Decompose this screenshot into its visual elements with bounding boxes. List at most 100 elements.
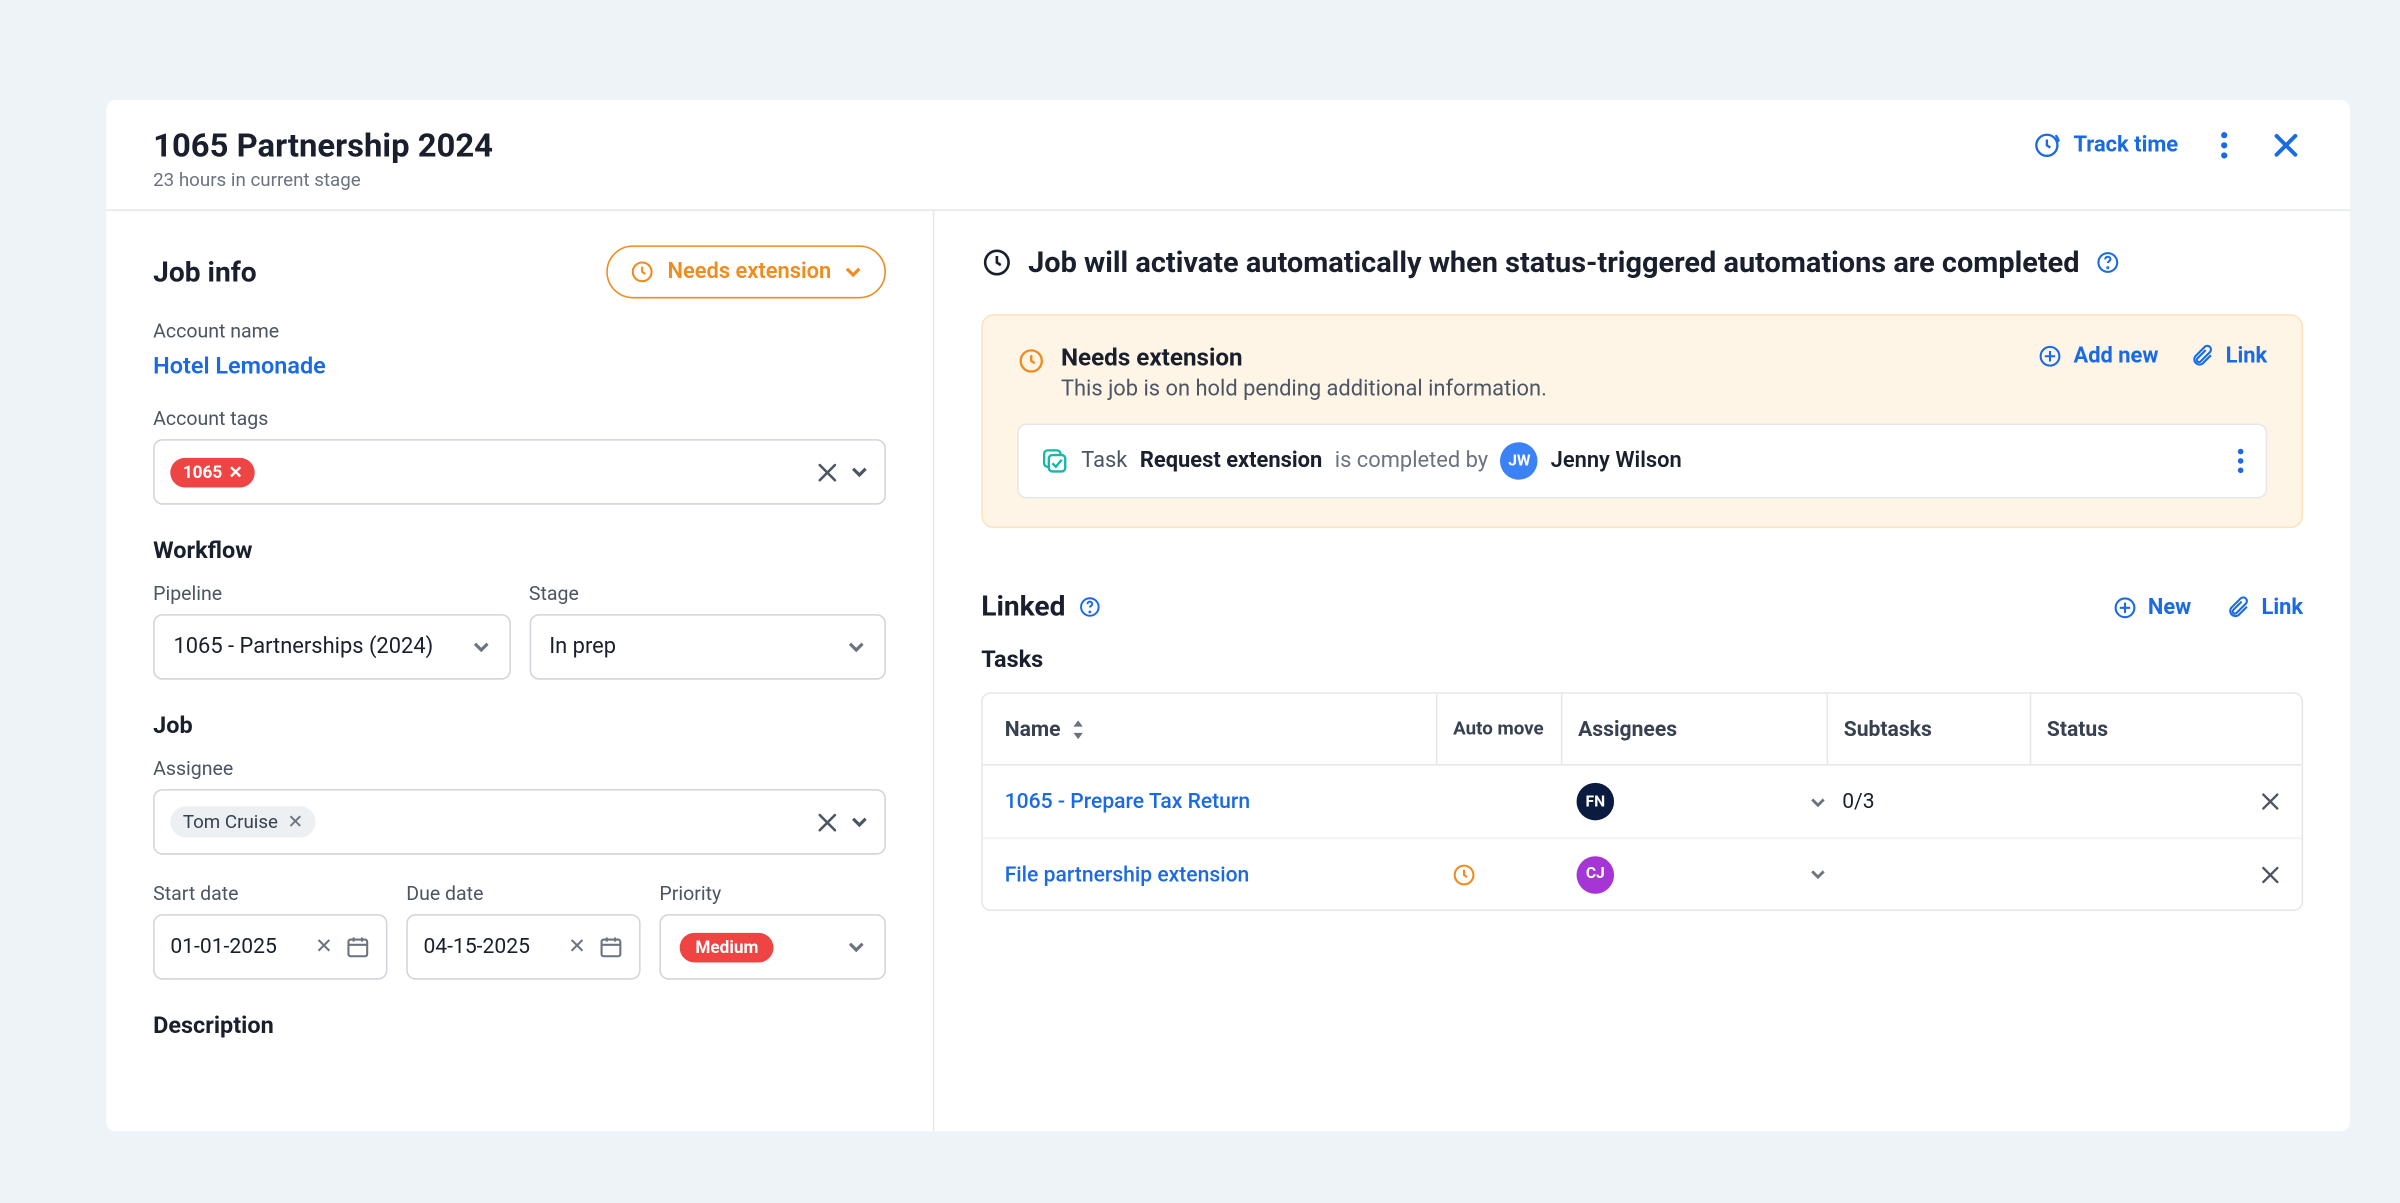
priority-label: Priority xyxy=(659,883,886,906)
assignees-cell[interactable]: FN xyxy=(1561,783,1827,821)
priority-value: Medium xyxy=(680,932,774,962)
tasks-heading: Tasks xyxy=(981,645,2303,673)
link-button[interactable]: Link xyxy=(2190,344,2268,369)
assignee-input[interactable]: Tom Cruise ✕ xyxy=(153,789,886,855)
stage-select[interactable]: In prep xyxy=(529,614,886,680)
workflow-heading: Workflow xyxy=(153,536,886,564)
job-info-heading: Job info xyxy=(153,255,257,288)
assignee-chip: Tom Cruise ✕ xyxy=(170,806,315,837)
chevron-down-icon xyxy=(471,638,490,657)
plus-circle-icon xyxy=(2112,595,2137,620)
clock-icon xyxy=(981,247,1012,278)
assignee-name: Tom Cruise xyxy=(183,811,278,833)
alert-box: Needs extension This job is on hold pend… xyxy=(981,314,2303,528)
due-date-input[interactable]: 04-15-2025 ✕ xyxy=(406,914,640,980)
automation-banner-text: Job will activate automatically when sta… xyxy=(1028,245,2079,279)
chevron-down-icon xyxy=(847,638,866,657)
chevron-down-icon xyxy=(847,938,866,957)
job-heading: Job xyxy=(153,711,886,739)
track-time-button[interactable]: Track time xyxy=(2033,131,2178,159)
close-icon[interactable] xyxy=(2261,792,2280,811)
due-date-label: Due date xyxy=(406,883,640,906)
new-button[interactable]: New xyxy=(2112,595,2191,620)
left-panel: Job info Needs extension Account name Ho… xyxy=(106,211,934,1131)
assignee-avatar: FN xyxy=(1577,783,1615,821)
status-cell xyxy=(2030,792,2280,811)
user-name: Jenny Wilson xyxy=(1551,448,1682,473)
table-row[interactable]: File partnership extension CJ xyxy=(983,838,2302,910)
sort-icon xyxy=(1070,720,1086,739)
status-dropdown[interactable]: Needs extension xyxy=(607,245,886,298)
header-right: Track time xyxy=(2033,128,2303,162)
clear-date-icon[interactable]: ✕ xyxy=(568,934,586,959)
add-new-label: Add new xyxy=(2074,344,2159,369)
task-check-icon xyxy=(1041,447,1069,475)
tag-text: 1065 xyxy=(183,462,222,482)
task-name-link[interactable]: 1065 - Prepare Tax Return xyxy=(1005,789,1436,814)
user-avatar: JW xyxy=(1501,442,1539,480)
stage-label: Stage xyxy=(529,583,886,606)
col-name[interactable]: Name xyxy=(1005,694,1436,764)
start-date-label: Start date xyxy=(153,883,387,906)
alert-description: This job is on hold pending additional i… xyxy=(1061,377,2022,402)
track-time-label: Track time xyxy=(2073,133,2178,158)
pipeline-value: 1065 - Partnerships (2024) xyxy=(173,634,433,659)
pipeline-label: Pipeline xyxy=(153,583,510,606)
task-menu-icon[interactable] xyxy=(2238,448,2244,473)
chevron-down-icon[interactable] xyxy=(850,813,869,832)
more-menu-button[interactable] xyxy=(2206,128,2240,162)
header: 1065 Partnership 2024 23 hours in curren… xyxy=(106,100,2350,209)
completed-task-card: Task Request extension is completed by J… xyxy=(1017,423,2267,498)
assignees-cell[interactable]: CJ xyxy=(1561,855,1827,893)
start-date-value: 01-01-2025 xyxy=(170,934,277,959)
account-tags-input[interactable]: 1065 ✕ xyxy=(153,439,886,505)
automove-cell xyxy=(1436,862,1561,887)
col-assignees[interactable]: Assignees xyxy=(1561,694,1827,764)
linked-heading: Linked xyxy=(981,591,1065,624)
help-icon[interactable] xyxy=(1078,595,1101,618)
link-label: Link xyxy=(2262,595,2304,620)
new-label: New xyxy=(2148,595,2191,620)
task-name-link[interactable]: File partnership extension xyxy=(1005,862,1436,887)
subtasks-cell: 0/3 xyxy=(1827,789,2030,814)
col-subtasks[interactable]: Subtasks xyxy=(1827,694,2030,764)
tasks-table: Name Auto move Assignees Subtasks Status… xyxy=(981,692,2303,911)
tag-chip: 1065 ✕ xyxy=(170,457,255,487)
account-name-link[interactable]: Hotel Lemonade xyxy=(153,352,886,380)
assignee-label: Assignee xyxy=(153,758,886,781)
task-prefix: Task xyxy=(1081,448,1127,473)
status-label: Needs extension xyxy=(668,259,832,284)
due-date-value: 04-15-2025 xyxy=(423,934,530,959)
start-date-input[interactable]: 01-01-2025 ✕ xyxy=(153,914,387,980)
calendar-icon[interactable] xyxy=(345,934,370,959)
status-cell xyxy=(2030,865,2280,884)
chevron-down-icon[interactable] xyxy=(850,463,869,482)
pipeline-select[interactable]: 1065 - Partnerships (2024) xyxy=(153,614,510,680)
col-automove[interactable]: Auto move xyxy=(1436,694,1561,764)
table-row[interactable]: 1065 - Prepare Tax Return FN 0/3 xyxy=(983,766,2302,838)
add-new-button[interactable]: Add new xyxy=(2038,344,2159,369)
description-heading: Description xyxy=(153,1011,886,1039)
header-left: 1065 Partnership 2024 23 hours in curren… xyxy=(153,128,493,191)
help-icon[interactable] xyxy=(2095,250,2120,275)
col-status[interactable]: Status xyxy=(2030,694,2280,764)
chevron-down-icon xyxy=(844,263,863,282)
clear-icon[interactable] xyxy=(817,812,837,832)
close-icon[interactable] xyxy=(2261,865,2280,884)
link-button[interactable]: Link xyxy=(2226,595,2304,620)
stage-value: In prep xyxy=(549,634,616,659)
clear-icon[interactable] xyxy=(817,462,837,482)
close-button[interactable] xyxy=(2269,128,2303,162)
clock-play-icon xyxy=(2033,131,2061,159)
account-name-label: Account name xyxy=(153,320,886,343)
link-label: Link xyxy=(2226,344,2268,369)
clear-date-icon[interactable]: ✕ xyxy=(315,934,333,959)
remove-assignee-icon[interactable]: ✕ xyxy=(287,811,303,833)
task-completed-text: is completed by xyxy=(1335,448,1488,473)
chevron-down-icon xyxy=(1809,866,1826,883)
calendar-icon[interactable] xyxy=(598,934,623,959)
priority-select[interactable]: Medium xyxy=(659,914,886,980)
paperclip-icon xyxy=(2190,344,2215,369)
remove-tag-icon[interactable]: ✕ xyxy=(229,462,243,482)
stage-duration: 23 hours in current stage xyxy=(153,169,493,191)
